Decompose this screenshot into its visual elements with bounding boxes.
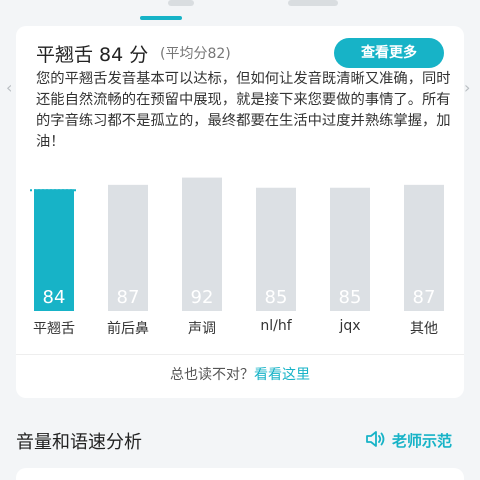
section-title: 音量和语速分析 [16,432,142,453]
tab-next[interactable] [288,0,338,6]
bar-value-label-2: 92 [191,287,214,308]
bar-category-label-2: 声调 [188,321,216,337]
hint-row: 总也读不对？看看这里 [16,364,464,384]
bar-category-label-5: 其他 [410,321,438,337]
score-description: 您的平翘舌发音基本可以达标，但如何让发音既清晰又准确，同时还能自然流畅的在预留中… [36,71,451,150]
score-title: 平翘舌 84 分 [36,44,149,66]
bar-value-label-0: 84 [43,287,66,308]
bar-category-label-3: nl/hf [260,318,292,334]
hint-text: 总也读不对？ [170,367,254,383]
page: 平翘舌 84 分 (平均分82) 查看更多 您的平翘舌发音基本可以达标，但如何让… [0,0,480,480]
analysis-card [16,468,464,480]
hint-link[interactable]: 看看这里 [254,367,310,383]
average-score: (平均分82) [160,46,231,62]
bar-category-label-4: jqx [339,318,361,334]
card-divider [16,354,464,355]
tab-active-indicator [140,16,182,20]
top-tab-strip [0,0,480,20]
bar-category-label-0: 平翘舌 [33,321,75,337]
view-more-button[interactable]: 查看更多 [334,38,444,68]
speaker-icon[interactable] [366,430,386,448]
teacher-demo-button[interactable]: 老师示范 [392,430,452,451]
bar-value-label-1: 87 [117,287,140,308]
chevron-left-icon[interactable]: ‹ [6,78,12,97]
score-card: 平翘舌 84 分 (平均分82) 查看更多 您的平翘舌发音基本可以达标，但如何让… [16,26,464,398]
chevron-right-icon[interactable]: › [464,78,470,97]
bar-category-label-1: 前后鼻 [107,321,149,337]
tab-previous[interactable] [168,0,194,6]
bar-value-label-5: 87 [413,287,436,308]
bar-value-label-3: 85 [265,287,288,308]
bar-value-label-4: 85 [339,287,362,308]
